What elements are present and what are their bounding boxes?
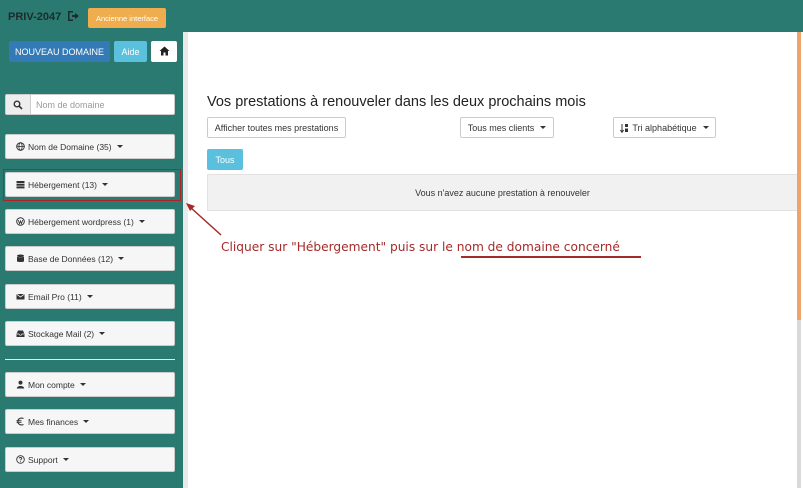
clients-dropdown[interactable]: Tous mes clients	[460, 117, 554, 138]
caret-down-icon	[118, 257, 125, 260]
page-title: Vos prestations à renouveler dans les de…	[207, 94, 586, 110]
sidebar-item-label: Email Pro (11)	[28, 291, 82, 302]
euro-icon	[15, 417, 25, 427]
filter-all-button[interactable]: Tous	[207, 149, 243, 170]
caret-down-icon	[116, 145, 123, 148]
sidebar-item-mail-storage[interactable]: Stockage Mail (2)	[5, 321, 175, 346]
search-input[interactable]	[36, 97, 171, 112]
sidebar-item-label: Mes finances	[28, 416, 79, 427]
caret-down-icon	[62, 458, 69, 461]
sidebar-edge	[183, 32, 188, 488]
question-circle-icon	[15, 455, 25, 465]
hosting-highlight-box	[3, 169, 181, 201]
annotation-underline	[461, 256, 641, 258]
caret-down-icon	[540, 126, 547, 129]
caret-down-icon	[86, 295, 93, 298]
sidebar-item-domains[interactable]: Nom de Domaine (35)	[5, 134, 175, 159]
domain-search	[5, 94, 175, 115]
database-icon	[15, 254, 25, 264]
caret-down-icon	[702, 126, 709, 129]
sidebar-item-label: Hébergement wordpress (1)	[28, 216, 134, 227]
home-icon	[159, 46, 170, 58]
help-button[interactable]: Aide	[114, 41, 147, 62]
show-all-button[interactable]: Afficher toutes mes prestations	[207, 117, 346, 138]
user-icon	[15, 380, 25, 390]
sidebar-item-label: Support	[28, 454, 58, 465]
scrollbar-accent	[797, 32, 801, 320]
sort-dropdown[interactable]: Tri alphabétique	[613, 117, 716, 138]
scrollbar-track[interactable]	[797, 320, 801, 488]
sort-alpha-icon	[620, 123, 629, 133]
sidebar-item-support[interactable]: Support	[5, 447, 175, 472]
empty-state: Vous n'avez aucune prestation à renouvel…	[207, 174, 798, 211]
new-domain-button[interactable]: NOUVEAU DOMAINE	[9, 41, 110, 62]
sidebar-item-label: Nom de Domaine (35)	[28, 141, 112, 152]
sidebar-divider	[5, 359, 175, 360]
empty-message: Vous n'avez aucune prestation à renouvel…	[415, 187, 590, 198]
clients-label: Tous mes clients	[467, 122, 535, 133]
caret-down-icon	[138, 220, 145, 223]
sidebar-item-finances[interactable]: Mes finances	[5, 409, 175, 434]
sidebar-item-email-pro[interactable]: Email Pro (11)	[5, 284, 175, 309]
logout-icon[interactable]	[66, 9, 80, 23]
sidebar-item-wordpress[interactable]: Hébergement wordpress (1)	[5, 209, 175, 234]
inbox-icon	[15, 329, 25, 339]
caret-down-icon	[99, 332, 106, 335]
annotation-text: Cliquer sur "Hébergement" puis sur le no…	[221, 240, 620, 254]
search-icon[interactable]	[6, 95, 31, 114]
wordpress-icon	[15, 217, 25, 227]
sidebar-item-label: Mon compte	[28, 379, 75, 390]
old-interface-button[interactable]: Ancienne interface	[88, 8, 166, 28]
sidebar-item-label: Stockage Mail (2)	[28, 328, 95, 339]
sidebar-item-label: Base de Données (12)	[28, 253, 114, 264]
sidebar-item-database[interactable]: Base de Données (12)	[5, 246, 175, 271]
caret-down-icon	[79, 383, 86, 386]
home-button[interactable]	[151, 41, 177, 62]
globe-icon	[15, 142, 25, 152]
sidebar-item-my-account[interactable]: Mon compte	[5, 372, 175, 397]
account-code: PRIV-2047	[8, 11, 62, 23]
envelope-icon	[15, 292, 25, 302]
show-all-label: Afficher toutes mes prestations	[214, 122, 339, 133]
annotation-arrow-icon	[186, 203, 222, 236]
sort-label: Tri alphabétique	[632, 122, 697, 133]
caret-down-icon	[83, 420, 90, 423]
